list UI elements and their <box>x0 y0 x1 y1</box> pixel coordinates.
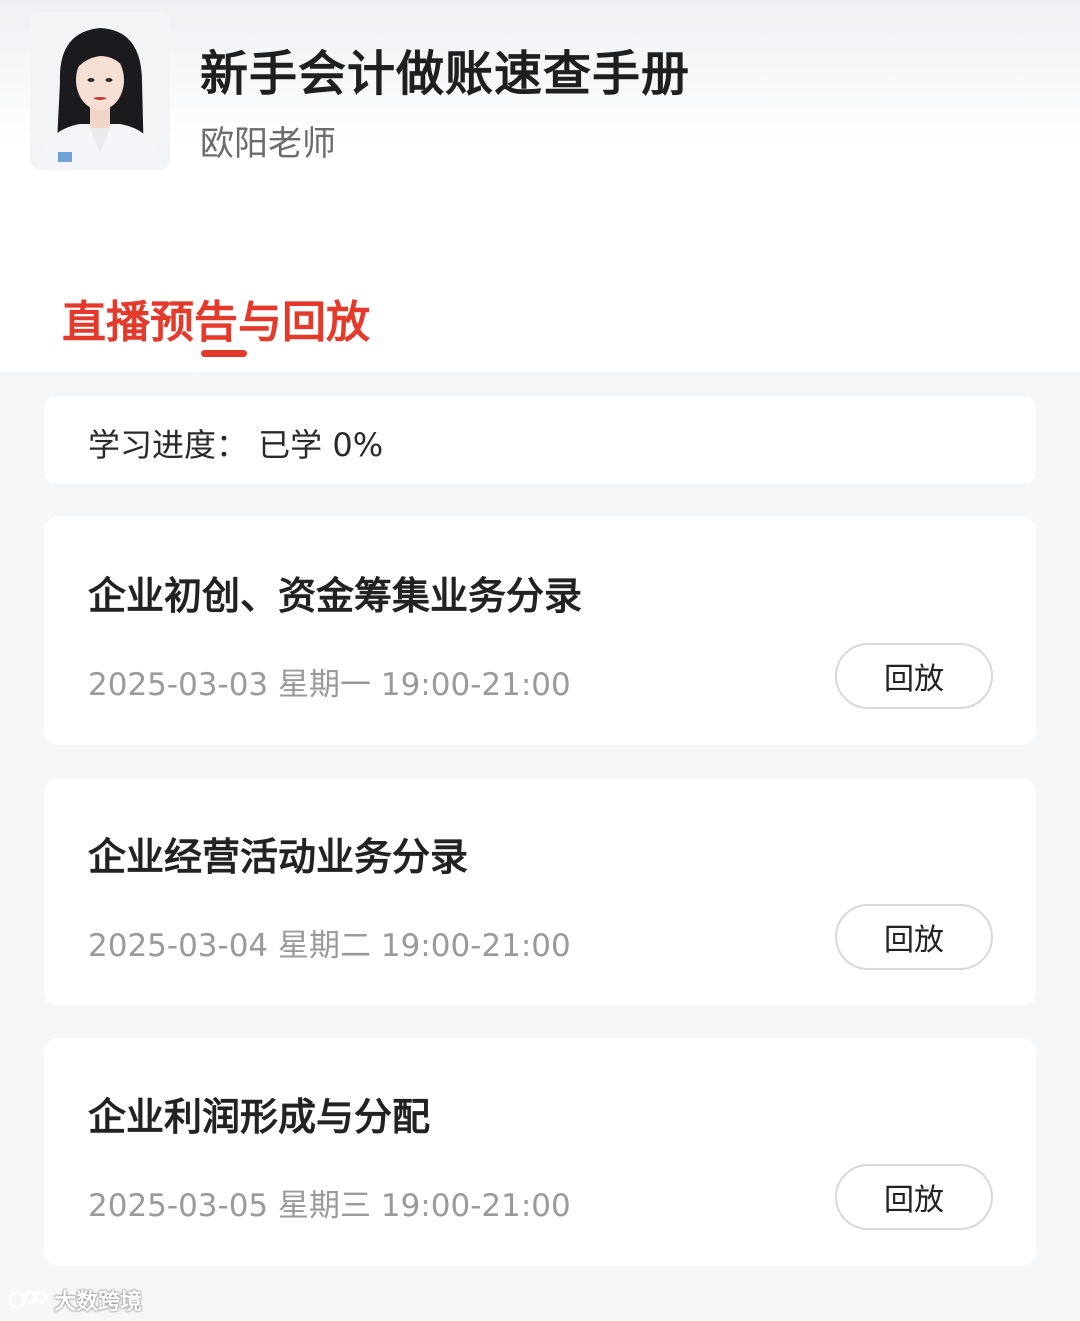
progress-card: 学习进度： 已学 0% <box>44 396 1036 484</box>
lesson-time: 2025-03-04 星期二 19:00-21:00 <box>88 928 571 964</box>
tab-active-indicator <box>201 350 247 357</box>
watermark-logo-icon <box>8 1290 48 1309</box>
lesson-card[interactable]: 企业经营活动业务分录 2025-03-04 星期二 19:00-21:00 回放 <box>44 778 1036 1006</box>
progress-text: 学习进度： 已学 0% <box>88 426 384 464</box>
course-header: 新手会计做账速查手册 欧阳老师 直播预告与回放 <box>0 0 1080 372</box>
course-title: 新手会计做账速查手册 <box>200 46 691 102</box>
lesson-title: 企业利润形成与分配 <box>88 1095 431 1139</box>
watermark-text: 大数跨境 <box>54 1290 143 1315</box>
teacher-avatar <box>30 12 170 170</box>
replay-button[interactable]: 回放 <box>835 904 993 970</box>
watermark: 大数跨境 <box>8 1284 142 1316</box>
teacher-name: 欧阳老师 <box>200 124 336 164</box>
lesson-title: 企业经营活动业务分录 <box>88 835 469 879</box>
tab-live-replay[interactable]: 直播预告与回放 <box>62 286 370 350</box>
replay-button[interactable]: 回放 <box>835 1164 993 1230</box>
replay-button[interactable]: 回放 <box>835 643 993 709</box>
lesson-card[interactable]: 企业初创、资金筹集业务分录 2025-03-03 星期一 19:00-21:00… <box>44 517 1036 745</box>
lesson-time: 2025-03-03 星期一 19:00-21:00 <box>88 667 571 703</box>
lesson-card[interactable]: 企业利润形成与分配 2025-03-05 星期三 19:00-21:00 回放 <box>44 1038 1036 1266</box>
lesson-title: 企业初创、资金筹集业务分录 <box>88 574 583 618</box>
lesson-time: 2025-03-05 星期三 19:00-21:00 <box>88 1188 571 1224</box>
